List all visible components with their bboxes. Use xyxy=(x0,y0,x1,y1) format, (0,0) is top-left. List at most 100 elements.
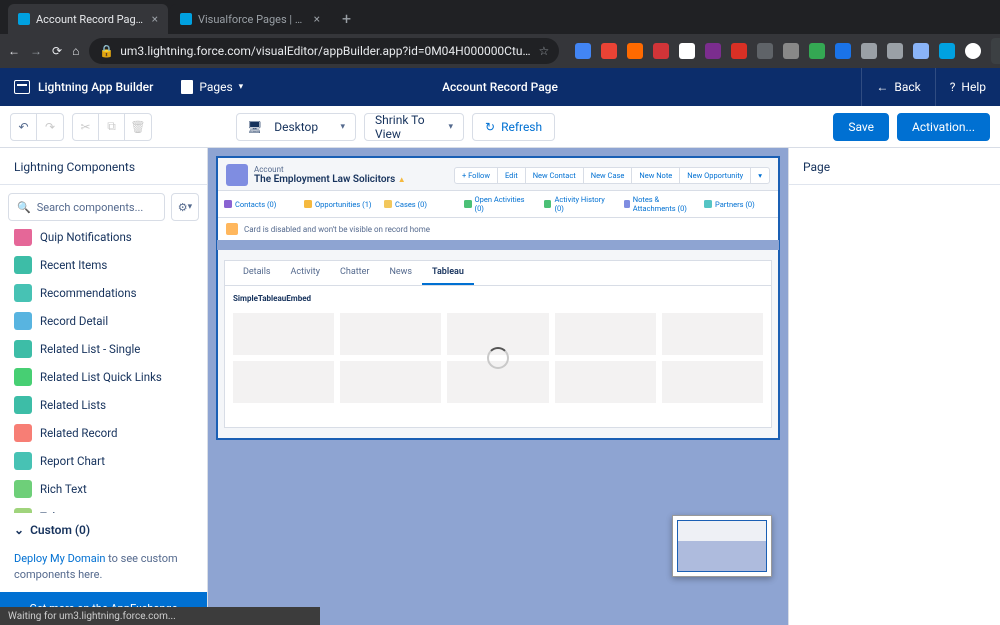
selected-region[interactable]: Account The Employment Law Solicitors ▲ … xyxy=(216,156,780,440)
component-item[interactable]: Quip Notifications xyxy=(0,229,207,251)
component-item[interactable]: Report Chart xyxy=(0,447,207,475)
extension-icon[interactable] xyxy=(939,43,955,59)
extension-icon[interactable] xyxy=(783,43,799,59)
extension-icon[interactable] xyxy=(575,43,591,59)
canvas-tab[interactable]: Activity xyxy=(281,261,330,285)
address-bar[interactable]: 🔒 um3.lightning.force.com/visualEditor/a… xyxy=(89,38,559,64)
salesforce-favicon xyxy=(180,13,192,25)
canvas-minimap[interactable] xyxy=(672,515,772,577)
component-item[interactable]: Related List Quick Links xyxy=(0,363,207,391)
search-icon: 🔍 xyxy=(17,201,31,214)
related-list-link[interactable]: Opportunities (1) xyxy=(298,191,378,217)
related-list-link[interactable]: Contacts (0) xyxy=(218,191,298,217)
extension-icon[interactable] xyxy=(705,43,721,59)
related-label: Notes & Attachments (0) xyxy=(633,195,692,213)
browser-tab[interactable]: Visualforce Pages | Salesforce × xyxy=(170,4,330,34)
record-type-label: Account xyxy=(254,165,406,174)
record-action[interactable]: New Case xyxy=(584,168,633,183)
component-item[interactable]: Record Detail xyxy=(0,307,207,335)
record-action[interactable]: + Follow xyxy=(455,168,498,183)
chevron-down-icon: ▾ xyxy=(188,202,193,212)
component-label: Record Detail xyxy=(40,314,108,328)
record-action[interactable]: New Note xyxy=(632,168,680,183)
component-item[interactable]: Recent Items xyxy=(0,251,207,279)
builder-icon xyxy=(14,80,30,94)
fit-label: Shrink To View xyxy=(375,113,436,141)
extension-icon[interactable] xyxy=(809,43,825,59)
record-action[interactable]: ▾ xyxy=(751,168,769,183)
component-filter-button[interactable]: ⚙▾ xyxy=(171,193,199,221)
extension-icon[interactable] xyxy=(965,43,981,59)
component-item[interactable]: Related Lists xyxy=(0,391,207,419)
save-button[interactable]: Save xyxy=(833,113,889,141)
record-action[interactable]: New Contact xyxy=(526,168,584,183)
related-list-link[interactable]: Notes & Attachments (0) xyxy=(618,191,698,217)
back-label: Back xyxy=(894,80,920,94)
component-label: Recommendations xyxy=(40,286,137,300)
components-panel: Lightning Components 🔍 Search components… xyxy=(0,148,208,625)
deploy-domain-link[interactable]: Deploy My Domain xyxy=(14,552,105,565)
canvas-tab[interactable]: Tableau xyxy=(422,261,474,285)
back-button[interactable]: ← Back xyxy=(861,68,934,106)
pages-dropdown[interactable]: Pages ▾ xyxy=(171,74,253,100)
extension-icon[interactable] xyxy=(601,43,617,59)
reload-icon[interactable]: ⟳ xyxy=(52,42,62,60)
disabled-card-warning: Card is disabled and won't be visible on… xyxy=(218,218,778,240)
extension-icon[interactable] xyxy=(861,43,877,59)
component-label: Report Chart xyxy=(40,454,105,468)
component-item[interactable]: Related List - Single xyxy=(0,335,207,363)
extension-icon[interactable] xyxy=(887,43,903,59)
home-icon[interactable]: ⌂ xyxy=(72,42,79,60)
undo-button[interactable]: ↶ xyxy=(11,114,37,140)
help-button[interactable]: ? Help xyxy=(935,68,1000,106)
extension-icon[interactable] xyxy=(653,43,669,59)
extension-icon[interactable] xyxy=(913,43,929,59)
component-item[interactable]: Tabs xyxy=(0,503,207,513)
extension-icon[interactable] xyxy=(627,43,643,59)
record-highlights[interactable]: Account The Employment Law Solicitors ▲ … xyxy=(218,158,778,191)
related-lists-bar: Contacts (0)Opportunities (1)Cases (0)Op… xyxy=(218,191,778,218)
deploy-domain-hint: Deploy My Domain to see custom component… xyxy=(0,547,207,592)
related-list-link[interactable]: Activity History (0) xyxy=(538,191,618,217)
canvas-tab[interactable]: News xyxy=(379,261,422,285)
salesforce-favicon xyxy=(18,13,30,25)
extension-icon[interactable] xyxy=(679,43,695,59)
record-action[interactable]: Edit xyxy=(498,168,526,183)
related-list-link[interactable]: Partners (0) xyxy=(698,191,778,217)
extension-icon[interactable] xyxy=(731,43,747,59)
refresh-button[interactable]: ↻ Refresh xyxy=(472,113,555,141)
component-item[interactable]: Related Record xyxy=(0,419,207,447)
back-icon[interactable]: ← xyxy=(8,42,20,60)
warning-icon xyxy=(226,223,238,235)
new-tab-button[interactable]: + xyxy=(332,3,361,34)
tabs-component[interactable]: DetailsActivityChatterNewsTableau Simple… xyxy=(224,260,772,428)
browser-tab-active[interactable]: Account Record Page - Lightning × xyxy=(8,4,168,34)
component-item[interactable]: Rich Text xyxy=(0,475,207,503)
component-label: Related Record xyxy=(40,426,117,440)
forward-icon: → xyxy=(30,42,42,60)
extension-icon[interactable] xyxy=(835,43,851,59)
activation-button[interactable]: Activation... xyxy=(897,113,990,141)
builder-canvas[interactable]: Account The Employment Law Solicitors ▲ … xyxy=(208,148,788,625)
zoom-select[interactable]: Shrink To View ▾ xyxy=(364,113,464,141)
form-factor-select[interactable]: 🖥 Desktop ▾ xyxy=(236,113,356,141)
related-list-link[interactable]: Open Activities (0) xyxy=(458,191,538,217)
component-list: Quip NotificationsRecent Items Recommenda… xyxy=(0,229,207,513)
builder-toolbar: ↶ ↷ ✂ ⧉ 🗑 🖥 Desktop ▾ Shrink To View ▾ ↻… xyxy=(0,106,1000,148)
bookmark-icon[interactable]: ☆ xyxy=(539,44,550,58)
component-item[interactable]: Recommendations xyxy=(0,279,207,307)
close-icon[interactable]: × xyxy=(152,12,158,26)
custom-section-toggle[interactable]: ⌄ Custom (0) xyxy=(0,513,207,547)
canvas-tab[interactable]: Details xyxy=(233,261,281,285)
back-arrow-icon: ← xyxy=(876,80,888,94)
pages-label: Pages xyxy=(199,80,232,94)
url-text: um3.lightning.force.com/visualEditor/app… xyxy=(120,44,532,58)
extension-icon[interactable] xyxy=(757,43,773,59)
history-group: ↶ ↷ xyxy=(10,113,64,141)
record-action[interactable]: New Opportunity xyxy=(680,168,751,183)
component-search-input[interactable]: 🔍 Search components... xyxy=(8,193,165,221)
canvas-tab[interactable]: Chatter xyxy=(330,261,379,285)
profile-paused-chip[interactable]: Paused xyxy=(991,38,1000,64)
related-list-link[interactable]: Cases (0) xyxy=(378,191,458,217)
close-icon[interactable]: × xyxy=(314,12,320,26)
